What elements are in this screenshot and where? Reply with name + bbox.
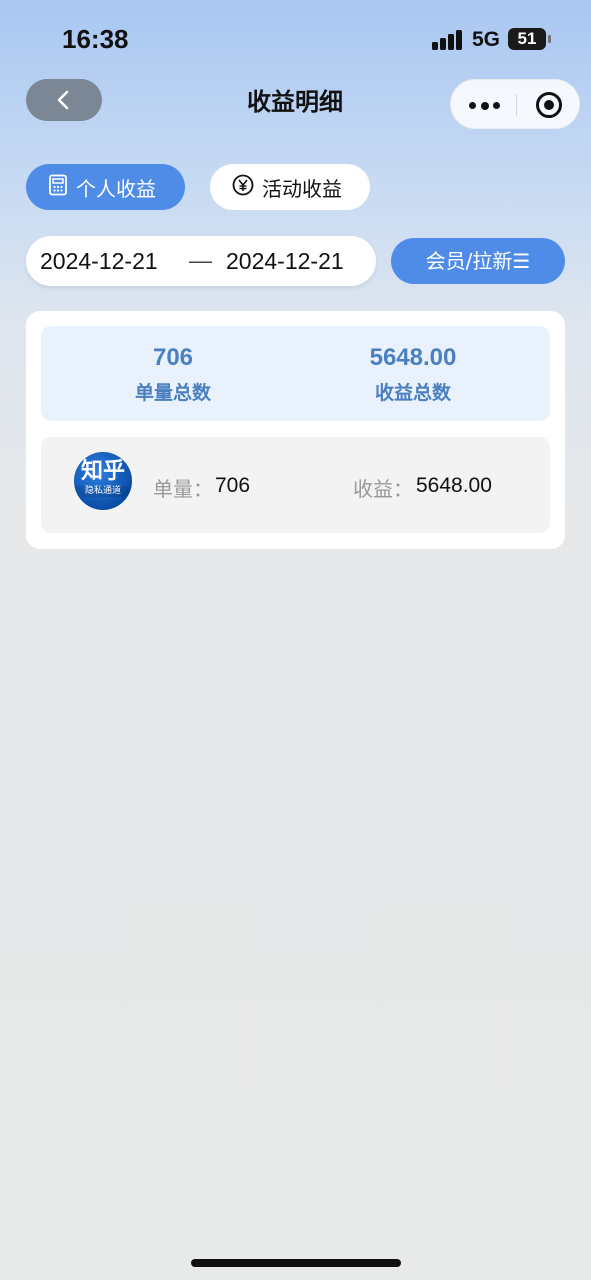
summary-count: 706 单量总数 [53, 326, 293, 405]
summary-panel: 706 单量总数 5648.00 收益总数 [41, 326, 550, 421]
total-count-value: 706 [152, 344, 194, 371]
date-separator: — [189, 247, 212, 273]
logo-main-text: 知乎 [80, 459, 125, 484]
tab-personal-label: 个人收益 [76, 176, 156, 201]
network-label: 5G [472, 28, 501, 51]
capsule-divider [516, 94, 517, 116]
tab-personal-income[interactable]: 个人收益 [26, 164, 185, 210]
chevron-left-icon [57, 90, 69, 110]
list-item[interactable]: 知乎 隐私通道 单量： 706 收益： 5648.00 [41, 437, 550, 533]
total-count-label: 单量总数 [134, 382, 211, 404]
battery-icon: 51 [508, 28, 546, 50]
type-filter-button[interactable]: 会员/拉新☰ [391, 238, 565, 284]
summary-income: 5648.00 收益总数 [293, 326, 533, 405]
battery-level: 51 [517, 29, 537, 48]
status-bar: 16:38 5G 51 [0, 0, 591, 80]
date-start[interactable]: 2024-12-21 [40, 248, 158, 275]
income-label: 收益： [353, 477, 413, 501]
tab-activity-label: 活动收益 [262, 176, 342, 201]
zhihu-logo: 知乎 隐私通道 [74, 452, 132, 510]
date-end[interactable]: 2024-12-21 [226, 248, 344, 275]
yen-circle-icon [232, 174, 254, 201]
signal-icon [432, 30, 464, 50]
more-icon[interactable] [469, 101, 501, 110]
count-label: 单量： [153, 477, 213, 501]
count-value: 706 [215, 474, 251, 497]
mini-program-capsule [450, 79, 580, 129]
status-time: 16:38 [62, 24, 129, 54]
close-target-icon[interactable] [536, 92, 562, 118]
page-title: 收益明细 [247, 88, 343, 116]
total-income-label: 收益总数 [374, 382, 451, 404]
logo-sub-text: 隐私通道 [74, 486, 132, 497]
calculator-icon [48, 174, 68, 201]
income-value: 5648.00 [416, 474, 492, 497]
income-card: 706 单量总数 5648.00 收益总数 知乎 隐私通道 单量： 706 收益… [26, 311, 565, 549]
total-income-value: 5648.00 [369, 344, 457, 371]
home-indicator[interactable] [191, 1259, 401, 1267]
date-range-picker[interactable]: 2024-12-21 — 2024-12-21 [26, 236, 376, 286]
tab-activity-income[interactable]: 活动收益 [210, 164, 370, 210]
battery-cap [548, 35, 551, 43]
back-button[interactable] [26, 79, 102, 121]
